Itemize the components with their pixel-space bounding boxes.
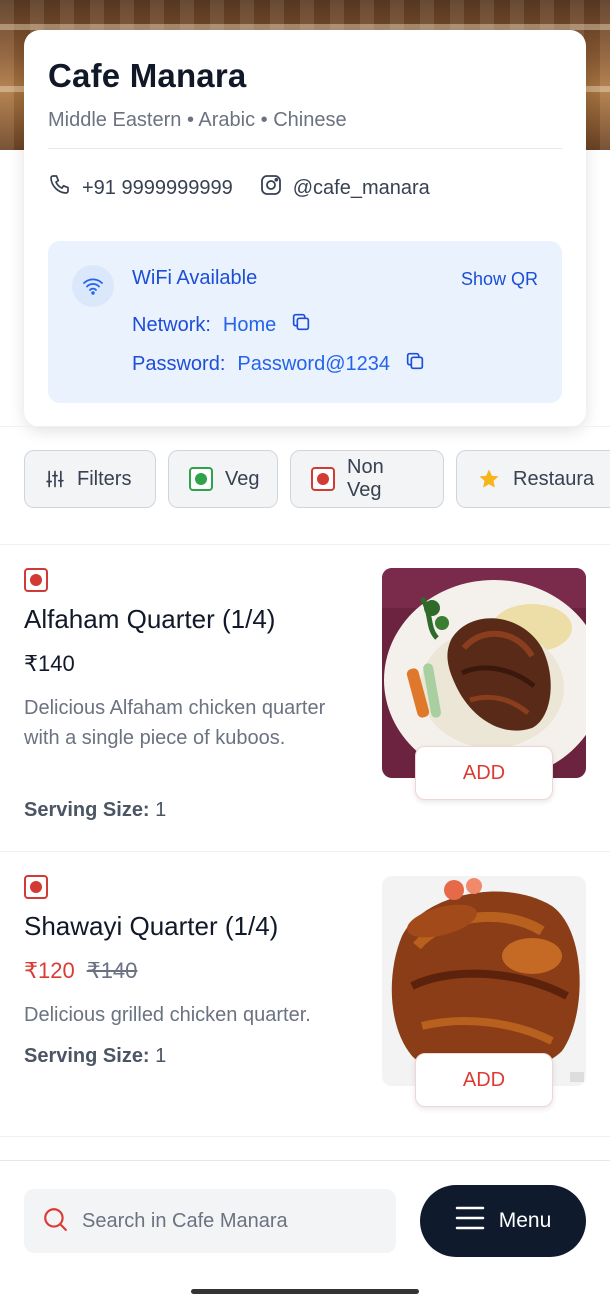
item-price-original: ₹140 — [86, 958, 138, 983]
password-value: Password@1234 — [237, 352, 390, 375]
item-description: Delicious grilled chicken quarter. — [24, 1004, 311, 1026]
serving-label: Serving Size: — [24, 1045, 150, 1067]
bottom-bar: Search in Cafe Manara Menu — [0, 1160, 610, 1303]
copy-password-icon[interactable] — [404, 350, 426, 378]
item-description: Delicious Alfaham chicken quarter with a… — [24, 697, 326, 749]
veg-icon — [189, 467, 213, 491]
restaurant-name: Cafe Manara — [48, 57, 247, 94]
filters-chip[interactable]: Filters — [24, 450, 156, 508]
wifi-title: WiFi Available — [132, 267, 258, 289]
item-serving: Serving Size: 1 — [24, 1045, 166, 1068]
add-button[interactable]: ADD — [415, 1053, 553, 1107]
item-price-current: ₹120 — [24, 958, 75, 983]
search-input[interactable]: Search in Cafe Manara — [24, 1189, 396, 1253]
instagram-handle: @cafe_manara — [292, 176, 430, 199]
non-veg-icon — [24, 568, 48, 592]
search-placeholder: Search in Cafe Manara — [82, 1209, 288, 1232]
divider — [0, 851, 610, 852]
restaurant-label: Restaura — [513, 467, 595, 490]
divider — [0, 544, 610, 545]
network-value: Home — [222, 313, 277, 336]
phone-icon — [48, 173, 82, 203]
instagram-contact[interactable]: @cafe_manara — [259, 173, 430, 203]
search-icon — [42, 1206, 82, 1237]
wifi-panel: WiFi Available Show QR Network: Home Pas… — [48, 241, 562, 403]
contact-row: +91 9999999999 @cafe_manara — [48, 175, 562, 201]
item-serving: Serving Size: 1 — [24, 799, 166, 822]
home-indicator[interactable] — [191, 1289, 419, 1294]
show-qr-button[interactable]: Show QR — [461, 269, 538, 290]
copy-network-icon[interactable] — [290, 311, 312, 339]
serving-value: 1 — [155, 799, 167, 821]
item-name: Shawayi Quarter (1/4) — [24, 911, 279, 941]
hamburger-icon — [455, 1205, 499, 1237]
network-label: Network: — [132, 313, 211, 336]
wifi-network-row: Network: Home — [132, 311, 312, 339]
phone-contact[interactable]: +91 9999999999 — [48, 173, 233, 203]
restaurant-info-card: Cafe Manara Middle Eastern • Arabic • Ch… — [24, 30, 586, 427]
instagram-icon — [259, 173, 293, 203]
filters-label: Filters — [77, 467, 132, 490]
wifi-icon — [72, 265, 114, 307]
password-label: Password: — [132, 352, 226, 375]
restaurant-chip[interactable]: Restaura — [456, 450, 610, 508]
non-veg-chip[interactable]: Non Veg — [290, 450, 444, 508]
item-name: Alfaham Quarter (1/4) — [24, 604, 276, 634]
item-price: ₹120 ₹140 — [24, 958, 137, 984]
menu-button[interactable]: Menu — [420, 1185, 586, 1257]
serving-label: Serving Size: — [24, 799, 150, 821]
divider — [0, 426, 610, 427]
non-veg-icon — [311, 467, 335, 491]
add-button[interactable]: ADD — [415, 746, 553, 800]
menu-label: Menu — [498, 1209, 552, 1232]
divider — [0, 1136, 610, 1137]
serving-value: 1 — [155, 1045, 167, 1067]
phone-number: +91 9999999999 — [82, 176, 233, 199]
non-veg-label: Non Veg — [347, 456, 384, 501]
item-price: ₹140 — [24, 651, 75, 677]
cuisine-list: Middle Eastern • Arabic • Chinese — [48, 109, 347, 131]
star-icon — [477, 467, 501, 491]
sliders-icon — [45, 469, 65, 489]
card-divider — [48, 148, 562, 149]
veg-chip[interactable]: Veg — [168, 450, 278, 508]
item-price-current: ₹140 — [24, 651, 75, 676]
wifi-password-row: Password: Password@1234 — [132, 350, 426, 378]
non-veg-icon — [24, 875, 48, 899]
veg-label: Veg — [225, 467, 260, 490]
filter-chips: Filters Veg Non Veg Restaura — [24, 450, 610, 508]
